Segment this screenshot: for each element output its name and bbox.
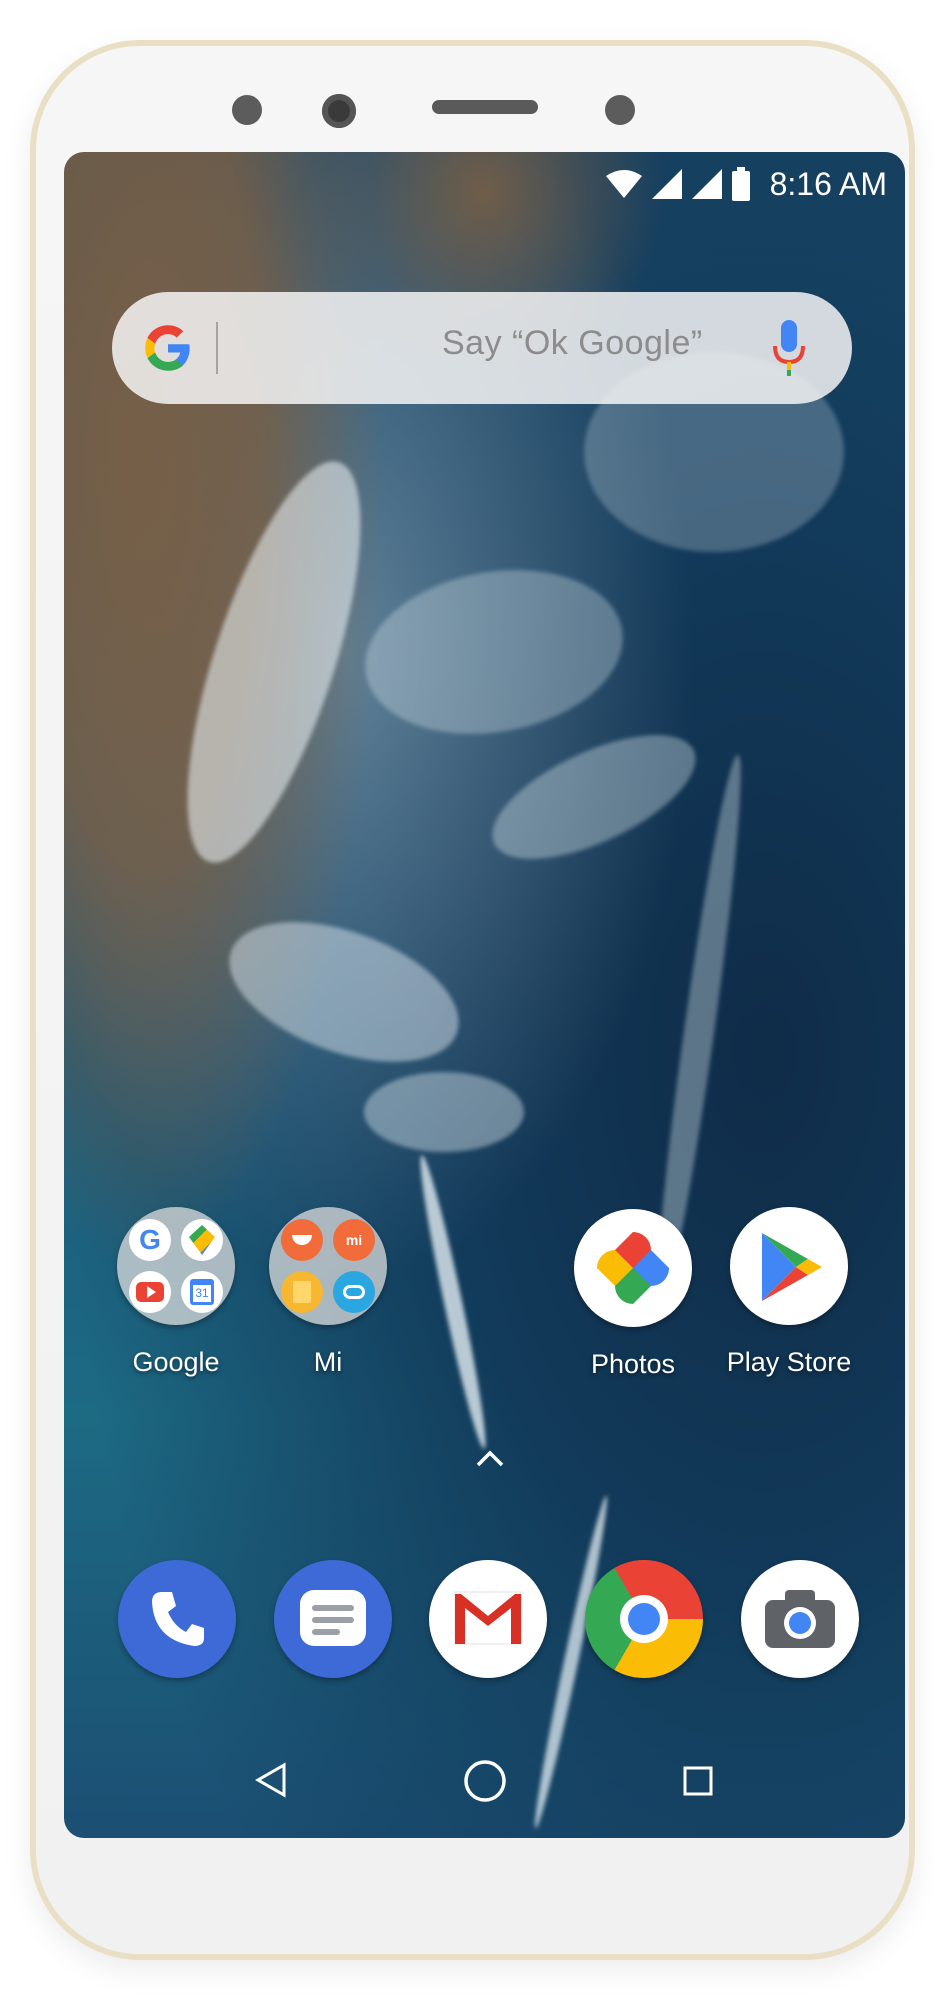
front-camera xyxy=(322,94,356,128)
microphone-icon[interactable] xyxy=(772,320,806,376)
wallpaper-foam xyxy=(413,1153,493,1451)
cell-signal-icon xyxy=(691,169,722,199)
photos-icon xyxy=(574,1209,692,1327)
chevron-up-icon[interactable] xyxy=(470,1447,510,1471)
dock-messages[interactable] xyxy=(268,1560,398,1678)
app-label: Play Store xyxy=(726,1347,852,1377)
status-bar: 8:16 AM xyxy=(605,160,887,208)
google-g-icon: G xyxy=(129,1219,171,1261)
play-store-app[interactable]: Play Store xyxy=(724,1207,854,1378)
home-screen: 8:16 AM Say “Ok Google” G 31 Google mi M… xyxy=(64,152,905,1838)
app-label: Photos xyxy=(590,1349,676,1379)
search-hint: Say “Ok Google” xyxy=(442,324,703,362)
app-label: Mi xyxy=(313,1347,343,1377)
phone-top-bezel xyxy=(36,46,909,166)
mi-app-icon: mi xyxy=(333,1219,375,1261)
cell-signal-icon xyxy=(651,169,682,199)
messages-icon xyxy=(274,1560,392,1678)
mi-folder-icon: mi xyxy=(269,1207,387,1325)
wallpaper-foam xyxy=(210,894,478,1090)
play-store-icon xyxy=(730,1207,848,1325)
dock-gmail[interactable] xyxy=(423,1560,553,1678)
earpiece-speaker xyxy=(432,100,538,114)
home-icon[interactable] xyxy=(462,1758,508,1804)
wifi-icon xyxy=(605,170,642,198)
phone-icon xyxy=(118,1560,236,1678)
wallpaper-foam xyxy=(475,709,713,885)
youtube-icon xyxy=(129,1271,171,1313)
battery-icon xyxy=(731,167,750,201)
mi-app-icon xyxy=(281,1219,323,1261)
wallpaper-foam xyxy=(152,443,396,881)
google-search-bar[interactable]: Say “Ok Google” xyxy=(112,292,852,404)
dock-chrome[interactable] xyxy=(579,1560,709,1678)
mi-app-icon xyxy=(281,1271,323,1313)
wallpaper-foam xyxy=(364,1072,524,1152)
wallpaper-foam xyxy=(352,550,636,754)
navigation-bar xyxy=(64,1726,905,1838)
front-flash xyxy=(605,95,635,125)
chrome-icon xyxy=(585,1560,703,1678)
proximity-sensor xyxy=(232,95,262,125)
google-folder-icon: G 31 xyxy=(117,1207,235,1325)
recents-icon[interactable] xyxy=(683,1766,713,1796)
google-g-icon[interactable] xyxy=(142,322,194,374)
back-icon[interactable] xyxy=(254,1762,288,1798)
mi-folder[interactable]: mi Mi xyxy=(263,1207,393,1378)
dock-phone[interactable] xyxy=(112,1560,242,1678)
calendar-icon: 31 xyxy=(181,1271,223,1313)
mi-app-icon xyxy=(333,1271,375,1313)
status-time: 8:16 AM xyxy=(769,165,887,202)
maps-icon xyxy=(181,1219,223,1261)
camera-icon xyxy=(741,1560,859,1678)
search-cursor xyxy=(216,322,218,374)
gmail-icon xyxy=(429,1560,547,1678)
dock-camera[interactable] xyxy=(735,1560,865,1678)
google-folder[interactable]: G 31 Google xyxy=(111,1207,241,1378)
app-label: Google xyxy=(132,1347,220,1377)
photos-app[interactable]: Photos xyxy=(568,1209,698,1380)
